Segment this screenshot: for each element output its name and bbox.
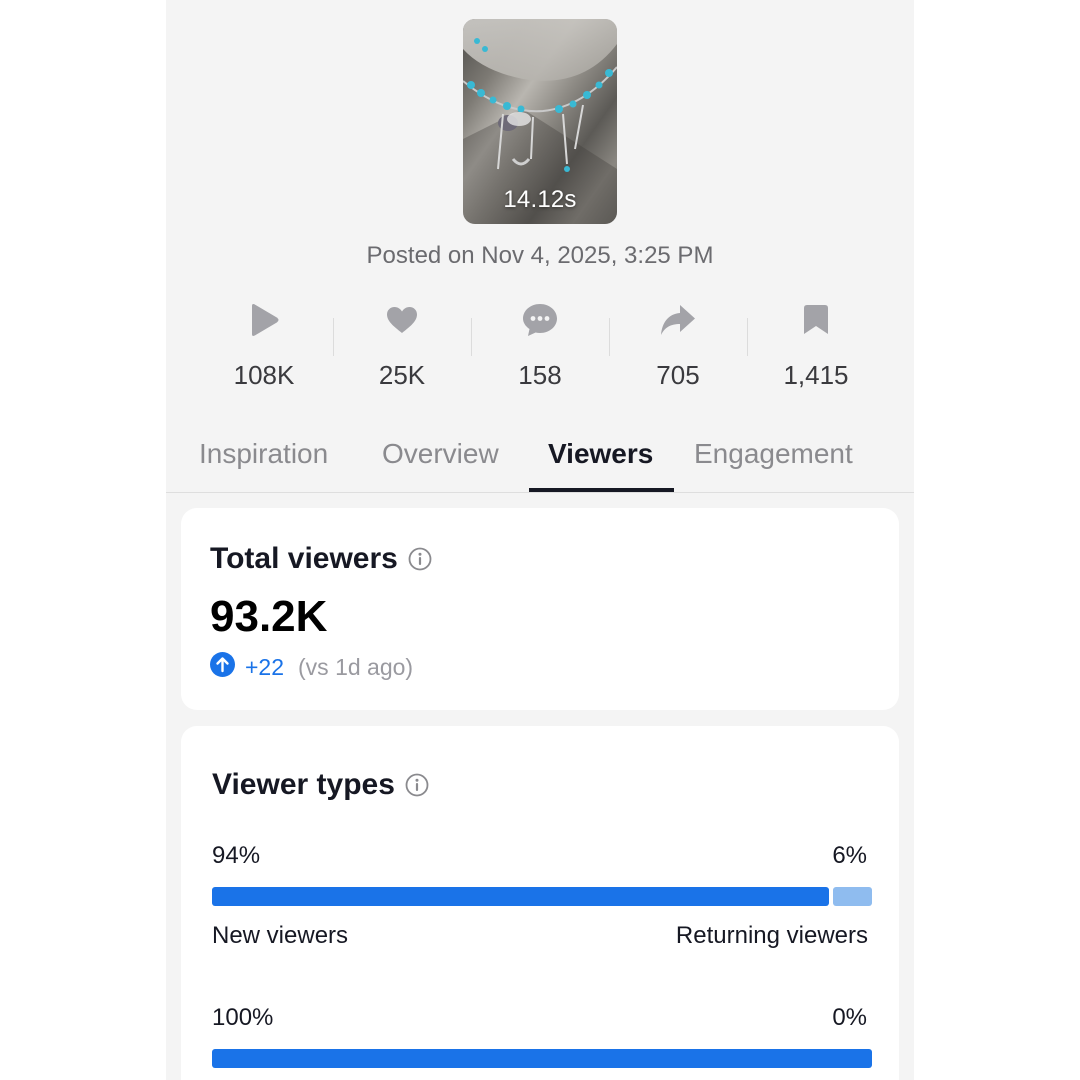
returning-viewers-percent: 6%: [832, 842, 867, 869]
total-viewers-card: Total viewers 93.2K +22 (vs 1d ago): [181, 508, 899, 710]
new-viewers-percent: 94%: [212, 842, 261, 869]
viewers-delta: +22 (vs 1d ago): [210, 652, 413, 683]
returning-viewers-bar: [833, 887, 872, 906]
shares-count: 705: [656, 360, 700, 390]
new-viewers-bar: [212, 887, 829, 906]
active-tab-indicator: [529, 488, 674, 492]
video-duration: 14.12s: [503, 186, 577, 213]
share-icon: [660, 304, 696, 341]
posted-date: Posted on Nov 4, 2025, 3:25 PM: [366, 242, 714, 269]
comment-icon: [522, 303, 558, 342]
delta-value: +22: [245, 654, 285, 680]
bookmark-icon: [804, 304, 828, 340]
stat-shares: 705: [618, 300, 738, 391]
tab-inspiration[interactable]: Inspiration: [199, 438, 328, 470]
viewer-types-card: Viewer types 94% 6% New viewers Returnin…: [181, 726, 899, 1080]
video-thumbnail[interactable]: 14.12s: [463, 19, 617, 224]
delta-reference: (vs 1d ago): [298, 654, 414, 680]
viewer-split-bar: [212, 887, 872, 906]
card-title: Viewer types: [212, 768, 395, 801]
second-left-bar: [212, 1049, 872, 1068]
saves-count: 1,415: [783, 360, 849, 390]
divider: [471, 318, 472, 356]
stat-likes: 25K: [342, 300, 462, 391]
likes-count: 25K: [378, 360, 426, 390]
stat-views: 108K: [204, 300, 324, 391]
returning-viewers-label: Returning viewers: [675, 922, 868, 949]
total-viewers-value: 93.2K: [210, 592, 328, 641]
stat-comments: 158: [480, 300, 600, 391]
divider: [333, 318, 334, 356]
play-icon: [248, 303, 280, 342]
divider: [609, 318, 610, 356]
views-count: 108K: [233, 360, 295, 390]
viewer-types-heading: Viewer types: [212, 768, 429, 802]
second-right-percent: 0%: [832, 1004, 867, 1031]
card-title: Total viewers: [210, 542, 398, 575]
tab-viewers[interactable]: Viewers: [548, 438, 653, 470]
divider: [747, 318, 748, 356]
total-viewers-heading: Total viewers: [210, 542, 432, 576]
arrow-up-icon: [210, 652, 235, 683]
info-icon[interactable]: [405, 773, 429, 797]
analytics-tabs: Inspiration Overview Viewers Engagement: [166, 430, 914, 493]
stats-row: 108K 25K 158 705 1,415: [194, 300, 886, 400]
comments-count: 158: [518, 360, 562, 390]
info-icon[interactable]: [408, 547, 432, 571]
second-left-percent: 100%: [212, 1004, 274, 1031]
tab-engagement[interactable]: Engagement: [694, 438, 853, 470]
tab-overview[interactable]: Overview: [382, 438, 499, 470]
heart-icon: [386, 306, 418, 339]
second-split-bar: [212, 1049, 872, 1068]
new-viewers-label: New viewers: [212, 922, 349, 949]
stat-saves: 1,415: [756, 300, 876, 391]
video-analytics-screen: 14.12s Posted on Nov 4, 2025, 3:25 PM 10…: [166, 0, 914, 1080]
